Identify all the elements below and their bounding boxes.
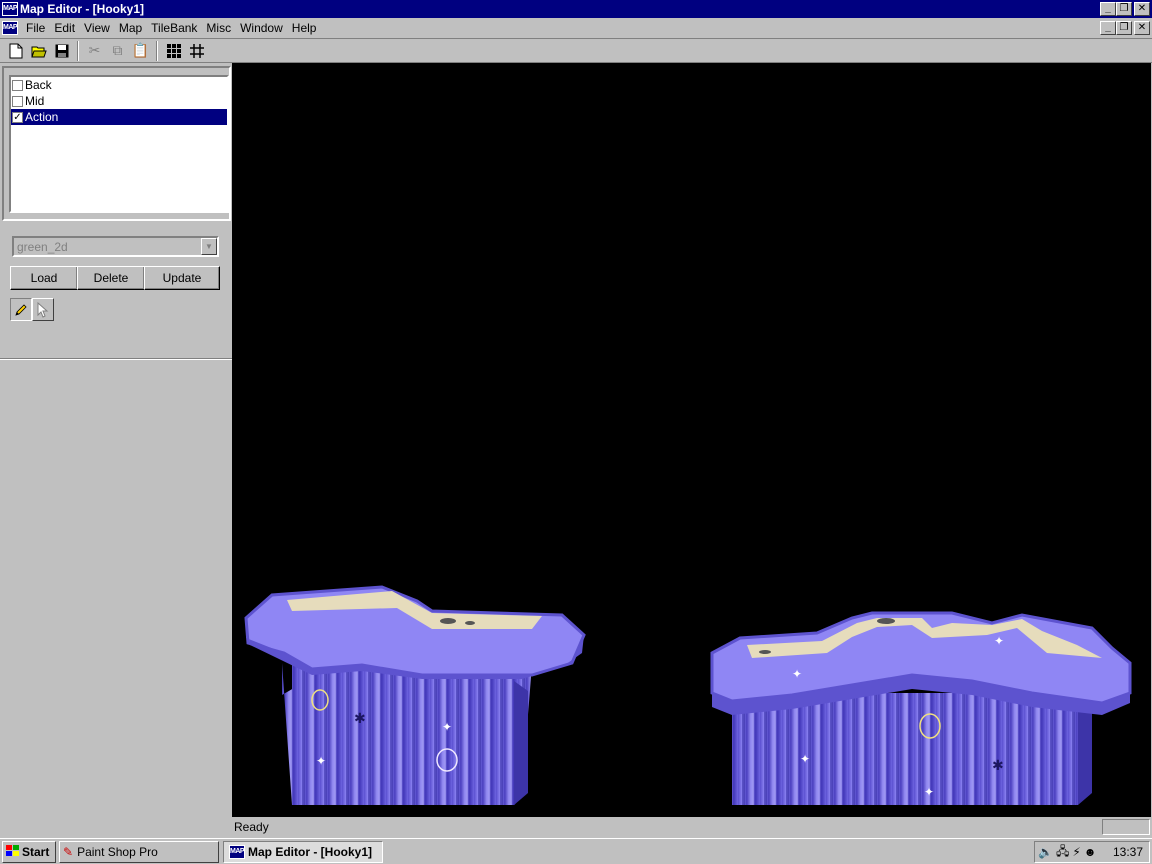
menu-edit[interactable]: Edit <box>50 21 80 35</box>
tile-grid-icon[interactable] <box>162 40 185 62</box>
minimize-button[interactable]: _ <box>1100 2 1116 16</box>
start-button[interactable]: Start <box>2 841 56 863</box>
menu-view[interactable]: View <box>80 21 115 35</box>
open-folder-icon[interactable] <box>27 40 50 62</box>
map-editor-icon: MAP <box>229 845 245 859</box>
layer-checkbox[interactable] <box>12 95 23 107</box>
document-window-controls: _ ❐ ✕ <box>1100 21 1150 35</box>
svg-text:✦: ✦ <box>924 785 934 799</box>
tilebank-select[interactable]: green_2d ▼ <box>12 236 219 257</box>
volume-icon[interactable]: 🔈 <box>1038 845 1053 859</box>
menu-misc[interactable]: Misc <box>202 21 236 35</box>
taskbar-item-paint-shop-pro[interactable]: ✎ Paint Shop Pro <box>59 841 219 863</box>
toolbar-separator <box>77 40 79 61</box>
layer-label: Mid <box>25 94 45 108</box>
status-pane <box>1102 819 1150 835</box>
menu-map[interactable]: Map <box>115 21 147 35</box>
taskbar: Start ✎ Paint Shop Pro MAP Map Editor - … <box>0 838 1152 864</box>
menu-window[interactable]: Window <box>236 21 288 35</box>
copy-icon[interactable]: ⧉ <box>106 40 129 62</box>
svg-text:✱: ✱ <box>992 758 1004 774</box>
user-icon[interactable]: ☻ <box>1084 845 1097 859</box>
doc-close-button[interactable]: ✕ <box>1134 21 1150 35</box>
layer-list[interactable]: Back Mid ✓ Action <box>9 75 229 213</box>
layer-item-action[interactable]: ✓ Action <box>11 109 227 125</box>
map-canvas[interactable]: ✱ ✦ ✦ ✱ ✦ ✦ ✦ ✦ <box>232 63 1151 817</box>
system-tray: 🔈 🖧 ⚡ ☻ 13:37 <box>1034 841 1150 863</box>
windows-logo-icon <box>6 844 20 860</box>
grid-lines-icon[interactable] <box>185 40 208 62</box>
taskbar-item-map-editor[interactable]: MAP Map Editor - [Hooky1] <box>223 841 383 863</box>
network-icon[interactable]: 🖧 <box>1056 842 1069 863</box>
svg-text:✦: ✦ <box>792 667 802 681</box>
delete-button[interactable]: Delete <box>77 266 145 290</box>
map-tiles: ✱ ✦ ✦ ✱ ✦ ✦ ✦ ✦ <box>244 585 1132 805</box>
doc-restore-button[interactable]: ❐ <box>1116 21 1132 35</box>
window-title: Map Editor - [Hooky1] <box>20 2 145 16</box>
update-button[interactable]: Update <box>144 266 220 290</box>
layer-checkbox[interactable] <box>12 79 23 91</box>
cut-icon[interactable]: ✂ <box>83 40 106 62</box>
pencil-icon[interactable] <box>10 298 32 321</box>
svg-text:✦: ✦ <box>994 634 1004 648</box>
paste-icon[interactable]: 📋 <box>129 40 152 62</box>
svg-text:✦: ✦ <box>316 754 326 768</box>
layer-item-back[interactable]: Back <box>11 77 227 93</box>
status-bar: Ready <box>232 817 1152 837</box>
window-controls: _ ❐ ✕ <box>1100 2 1150 16</box>
close-button[interactable]: ✕ <box>1134 2 1150 16</box>
menu-help[interactable]: Help <box>288 21 322 35</box>
restore-button[interactable]: ❐ <box>1116 2 1132 16</box>
load-button[interactable]: Load <box>10 266 78 290</box>
doc-minimize-button[interactable]: _ <box>1100 21 1116 35</box>
menu-tilebank[interactable]: TileBank <box>147 21 202 35</box>
svg-text:✦: ✦ <box>442 720 452 734</box>
toolbar: ✂ ⧉ 📋 <box>0 38 1152 63</box>
new-document-icon[interactable] <box>4 40 27 62</box>
map-editor-icon[interactable]: MAP <box>2 2 18 16</box>
panel-divider <box>0 358 232 360</box>
clock: 13:37 <box>1112 845 1143 859</box>
platform-tile-right: ✱ ✦ ✦ ✦ ✦ <box>710 611 1132 805</box>
power-icon[interactable]: ⚡ <box>1072 845 1080 859</box>
layer-checkbox-checked[interactable]: ✓ <box>12 111 23 123</box>
platform-tile-left: ✱ ✦ ✦ <box>244 585 586 805</box>
svg-text:✱: ✱ <box>354 711 366 727</box>
document-icon[interactable]: MAP <box>2 21 18 35</box>
menu-file[interactable]: File <box>22 21 50 35</box>
layer-item-mid[interactable]: Mid <box>11 93 227 109</box>
toolbar-separator <box>156 40 158 61</box>
task-label: Map Editor - [Hooky1] <box>248 845 373 859</box>
title-bar: MAP Map Editor - [Hooky1] _ ❐ ✕ <box>0 0 1152 18</box>
layer-panel: Back Mid ✓ Action green_2d ▼ Load Delete… <box>0 63 232 816</box>
layer-label: Action <box>25 110 59 124</box>
chevron-down-icon[interactable]: ▼ <box>201 238 217 255</box>
menu-bar: MAP File Edit View Map TileBank Misc Win… <box>0 18 1152 38</box>
task-label: Paint Shop Pro <box>77 845 158 859</box>
pointer-arrow-icon[interactable] <box>32 298 54 321</box>
layer-label: Back <box>25 78 52 92</box>
save-icon[interactable] <box>50 40 73 62</box>
tilebank-select-value: green_2d <box>17 240 68 254</box>
status-text: Ready <box>234 820 269 834</box>
paint-shop-pro-icon: ✎ <box>63 845 74 859</box>
svg-text:✦: ✦ <box>800 752 810 766</box>
start-label: Start <box>22 845 50 859</box>
